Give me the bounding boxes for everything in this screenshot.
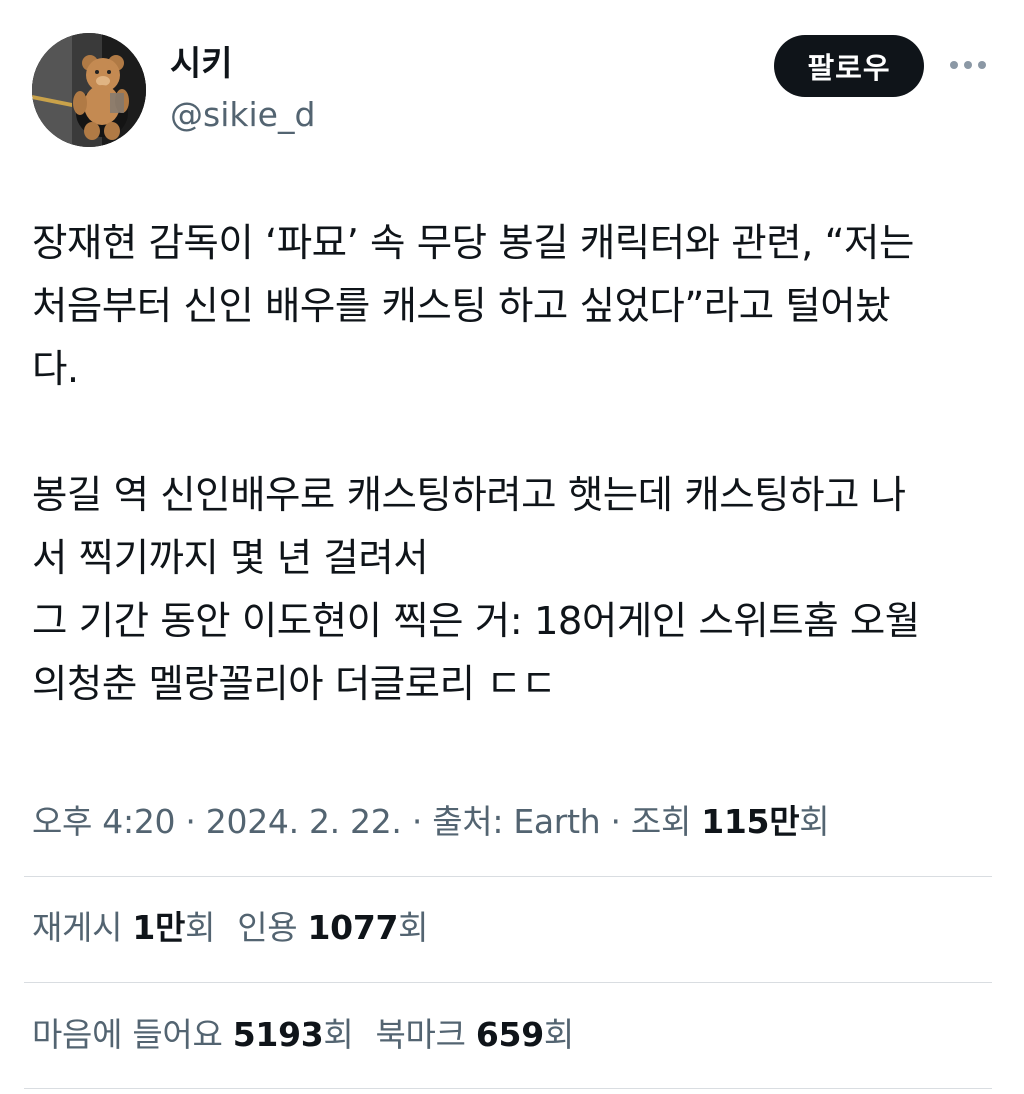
quotes-count: 1077 xyxy=(307,908,399,947)
more-dot xyxy=(950,61,958,69)
likes-stat[interactable]: 마음에 들어요 5193회 xyxy=(32,1015,354,1054)
bookmarks-label: 북마크 xyxy=(375,1015,466,1054)
bookmarks-suffix: 회 xyxy=(543,1015,574,1054)
meta-separator: · xyxy=(401,802,433,841)
views-label: 조회 xyxy=(630,802,692,841)
follow-button[interactable]: 팔로우 xyxy=(774,35,924,97)
tweet-line: 의청춘 멜랑꼴리아 더글로리 ㄷㄷ xyxy=(32,662,557,707)
bookmarks-stat[interactable]: 북마크 659회 xyxy=(375,1015,574,1054)
retweets-suffix: 회 xyxy=(185,908,216,947)
stats-row-reposts: 재게시 1만회 인용 1077회 xyxy=(32,906,429,950)
retweets-label: 재게시 xyxy=(32,908,123,947)
tweet-meta: 오후 4:20 · 2024. 2. 22. · 출처: Earth · 조회 … xyxy=(32,800,830,844)
retweets-count: 1만 xyxy=(132,908,186,947)
retweets-stat[interactable]: 재게시 1만회 xyxy=(32,908,215,947)
tweet-line: 봉길 역 신인배우로 캐스팅하려고 햇는데 캐스팅하고 나 xyxy=(32,473,906,518)
more-icon[interactable] xyxy=(946,50,990,80)
avatar[interactable] xyxy=(32,33,146,147)
tweet-text: 장재현 감독이 ‘파묘’ 속 무당 봉길 캐릭터와 관련, “저는 처음부터 신… xyxy=(32,212,992,716)
likes-suffix: 회 xyxy=(323,1015,354,1054)
quotes-label: 인용 xyxy=(237,908,298,947)
teddy-bear-avatar-icon xyxy=(32,33,146,147)
likes-count: 5193 xyxy=(232,1015,324,1054)
stats-row-likes: 마음에 들어요 5193회 북마크 659회 xyxy=(32,1013,574,1057)
tweet-line: 처음부터 신인 배우를 캐스팅 하고 싶었다”라고 털어놨 xyxy=(32,284,891,329)
tweet-line: 그 기간 동안 이도현이 찍은 거: 18어게인 스위트홈 오월 xyxy=(32,599,920,644)
divider xyxy=(24,982,992,983)
tweet-line: 장재현 감독이 ‘파묘’ 속 무당 봉길 캐릭터와 관련, “저는 xyxy=(32,221,914,266)
likes-label: 마음에 들어요 xyxy=(32,1015,223,1054)
divider xyxy=(24,1088,992,1089)
views-count: 115만 xyxy=(701,802,800,841)
views-suffix: 회 xyxy=(799,802,830,841)
tweet-source: 출처: Earth xyxy=(432,802,601,841)
more-dot xyxy=(978,61,986,69)
tweet-line: 서 찍기까지 몇 년 걸려서 xyxy=(32,536,429,581)
display-name[interactable]: 시키 xyxy=(170,42,233,86)
more-dot xyxy=(964,61,972,69)
meta-separator: · xyxy=(175,802,206,841)
quotes-suffix: 회 xyxy=(398,908,429,947)
divider xyxy=(24,876,992,877)
meta-separator: · xyxy=(600,802,631,841)
bookmarks-count: 659 xyxy=(475,1015,544,1054)
tweet-time[interactable]: 오후 4:20 xyxy=(32,802,176,841)
tweet-line: 다. xyxy=(32,347,79,392)
tweet-date[interactable]: 2024. 2. 22. xyxy=(206,802,402,841)
user-handle[interactable]: @sikie_d xyxy=(170,94,315,136)
quotes-stat[interactable]: 인용 1077회 xyxy=(237,908,428,947)
